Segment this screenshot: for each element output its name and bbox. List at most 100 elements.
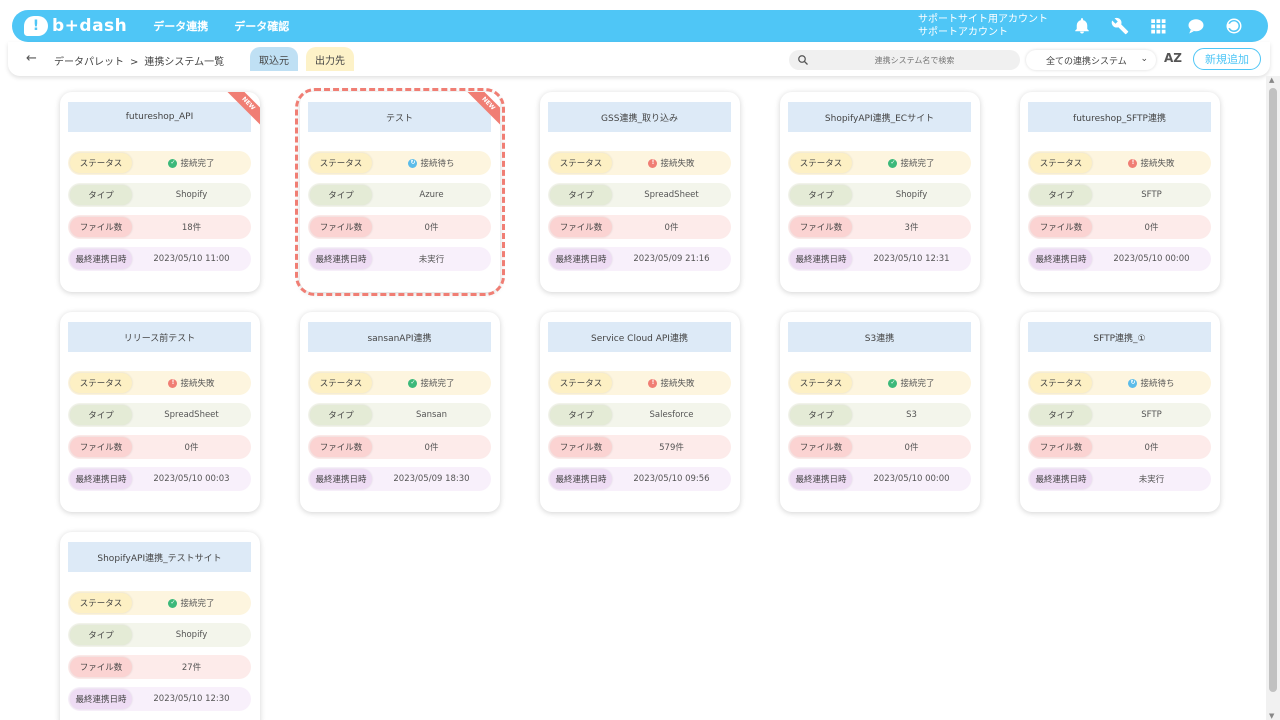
card-row-last: 最終連携日時 未実行 <box>308 247 491 271</box>
system-card[interactable]: Service Cloud API連携 ステータス! 接続失敗 タイプ Salesfor… <box>540 312 740 512</box>
scroll-down-arrow-icon[interactable]: ▼ <box>1269 712 1274 720</box>
card-row-type: タイプ S3 <box>788 403 971 427</box>
row-value: 2023/05/10 00:00 <box>1092 254 1211 264</box>
row-value: Sansan <box>372 410 491 420</box>
check-circle-icon: ✓ <box>888 378 898 388</box>
card-row-files: ファイル数 0件 <box>1028 435 1211 459</box>
tab-import-source[interactable]: 取込元 <box>250 47 298 71</box>
card-row-status: ステータス ↻ 接続待ち <box>308 151 491 175</box>
scroll-up-arrow-icon[interactable]: ▲ <box>1269 76 1274 84</box>
system-card[interactable]: futureshop_SFTP連携 ステータス! 接続失敗 タイプ SFTP ファイル数 0… <box>1020 92 1220 292</box>
row-value: 27件 <box>132 661 251 673</box>
row-value-text: 接続完了 <box>180 159 215 169</box>
row-value: SFTP <box>1092 410 1211 420</box>
bell-icon[interactable] <box>1072 14 1092 38</box>
card-title: futureshop_API <box>68 102 251 132</box>
row-value: 2023/05/10 12:30 <box>132 694 251 704</box>
row-value: ✓ 接続完了 <box>132 597 251 609</box>
check-circle-icon: ✓ <box>168 598 178 608</box>
breadcrumb: データパレット > 連携システム一覧 <box>54 53 224 68</box>
top-icons <box>1072 14 1244 38</box>
card-row-last: 最終連携日時 2023/05/10 12:30 <box>68 687 251 711</box>
row-label: ファイル数 <box>310 437 372 457</box>
row-value-text: Salesforce <box>649 410 694 420</box>
system-card[interactable]: テスト NEW ステータス ↻ 接続待ち タイプ Azure ファイル数 0件 最終連携日時 未実行 <box>300 92 500 292</box>
nav-data-check[interactable]: データ確認 <box>234 18 289 34</box>
chat-support-icon[interactable] <box>1186 14 1206 38</box>
scroll-thumb[interactable] <box>1269 88 1277 692</box>
system-card[interactable]: S3連携 ステータス ✓ 接続完了 タイプ S3 ファイル数 0件 最終連携日時 2023/05/… <box>780 312 980 512</box>
row-label: ステータス <box>790 373 852 393</box>
row-label: ステータス <box>1030 373 1092 393</box>
system-card[interactable]: ShopifyAPI連携_テストサイト ステータス ✓ 接続完了 タイプ Shopify フ… <box>60 532 260 720</box>
row-value: 0件 <box>852 441 971 453</box>
breadcrumb-current: 連携システム一覧 <box>144 57 225 68</box>
row-value: Shopify <box>132 190 251 200</box>
row-value-text: 2023/05/10 00:00 <box>873 474 950 484</box>
logo[interactable]: ! b+dash <box>24 16 127 36</box>
row-label: ステータス <box>310 373 372 393</box>
row-value-text: 接続完了 <box>180 599 215 609</box>
account-info[interactable]: サポートサイト用アカウント サポートアカウント <box>918 13 1048 39</box>
scrollbar[interactable]: ▲ ▼ <box>1266 76 1280 720</box>
row-value-text: SFTP <box>1141 190 1162 200</box>
system-card[interactable]: リリース前テスト ステータス! 接続失敗 タイプ SpreadSheet ファイル数 0件最… <box>60 312 260 512</box>
card-row-files: ファイル数 27件 <box>68 655 251 679</box>
card-row-type: タイプ Salesforce <box>548 403 731 427</box>
card-title: ShopifyAPI連携_ECサイト <box>788 102 971 132</box>
row-label: タイプ <box>70 185 132 205</box>
sort-az-icon[interactable]: AZ <box>1164 51 1182 65</box>
row-value: Azure <box>372 190 491 200</box>
row-value-text: Sansan <box>415 410 448 420</box>
system-card[interactable]: sansanAPI連携 ステータス ✓ 接続完了 タイプ Sansan ファイル数 0件 最終連… <box>300 312 500 512</box>
row-value-text: 接続失敗 <box>660 159 695 169</box>
system-card[interactable]: futureshop_API NEW ステータス ✓ 接続完了 タイプ Shopify ファイ… <box>60 92 260 292</box>
row-value: 2023/05/10 00:00 <box>852 474 971 484</box>
row-value-text: 接続失敗 <box>1140 159 1175 169</box>
row-label: ファイル数 <box>70 437 132 457</box>
breadcrumb-root[interactable]: データパレット <box>54 57 124 68</box>
row-value: 2023/05/09 18:30 <box>372 474 491 484</box>
logout-icon[interactable] <box>1224 14 1244 38</box>
nav-data-integration[interactable]: データ連携 <box>153 18 208 34</box>
check-circle-icon: ✓ <box>408 378 418 388</box>
card-row-last: 最終連携日時 2023/05/09 21:16 <box>548 247 731 271</box>
system-card[interactable]: ShopifyAPI連携_ECサイト ステータス ✓ 接続完了 タイプ Shopify ファ… <box>780 92 980 292</box>
search-input[interactable] <box>809 55 1020 65</box>
row-label: 最終連携日時 <box>550 249 612 269</box>
card-row-type: タイプ SpreadSheet <box>68 403 251 427</box>
system-card[interactable]: GSS連携_取り込み ステータス! 接続失敗 タイプ SpreadSheet ファイル数 0… <box>540 92 740 292</box>
check-circle-icon: ✓ <box>168 158 178 168</box>
row-value-text: 未実行 <box>418 255 445 265</box>
back-arrow-icon[interactable]: ← <box>26 51 37 66</box>
alert-circle-icon: ! <box>168 378 178 388</box>
card-title: Service Cloud API連携 <box>548 322 731 352</box>
row-value: ✓ 接続完了 <box>132 157 251 169</box>
row-value-text: 2023/05/10 12:30 <box>153 694 230 704</box>
card-row-files: ファイル数 18件 <box>68 215 251 239</box>
search-icon <box>798 55 808 65</box>
card-row-last: 最終連携日時 2023/05/10 00:00 <box>1028 247 1211 271</box>
row-label: ファイル数 <box>310 217 372 237</box>
row-value-text: 3件 <box>904 223 919 233</box>
card-row-type: タイプ Shopify <box>788 183 971 207</box>
card-row-last: 最終連携日時 2023/05/10 09:56 <box>548 467 731 491</box>
add-new-button[interactable]: 新規追加 <box>1193 48 1261 70</box>
system-card[interactable]: SFTP連携_① ステータス ↻ 接続待ち タイプ SFTP ファイル数 0件 最終連携日時 未実… <box>1020 312 1220 512</box>
alert-circle-icon: ! <box>648 378 658 388</box>
row-label: ファイル数 <box>70 657 132 677</box>
row-value: 18件 <box>132 221 251 233</box>
card-title: sansanAPI連携 <box>308 322 491 352</box>
system-filter-select[interactable]: 全ての連携システム ⌄ <box>1026 50 1156 70</box>
row-label: ステータス <box>70 373 132 393</box>
row-label: タイプ <box>1030 405 1092 425</box>
row-value-text: 接続失敗 <box>660 379 695 389</box>
row-value-text: 0件 <box>664 223 679 233</box>
wrench-icon[interactable] <box>1110 14 1130 38</box>
tab-output-destination[interactable]: 出力先 <box>306 47 354 71</box>
row-label: タイプ <box>790 405 852 425</box>
row-value-text: Shopify <box>895 190 928 200</box>
card-title: テスト <box>308 102 491 132</box>
row-value-text: Shopify <box>175 630 208 640</box>
grid-icon[interactable] <box>1148 14 1168 38</box>
